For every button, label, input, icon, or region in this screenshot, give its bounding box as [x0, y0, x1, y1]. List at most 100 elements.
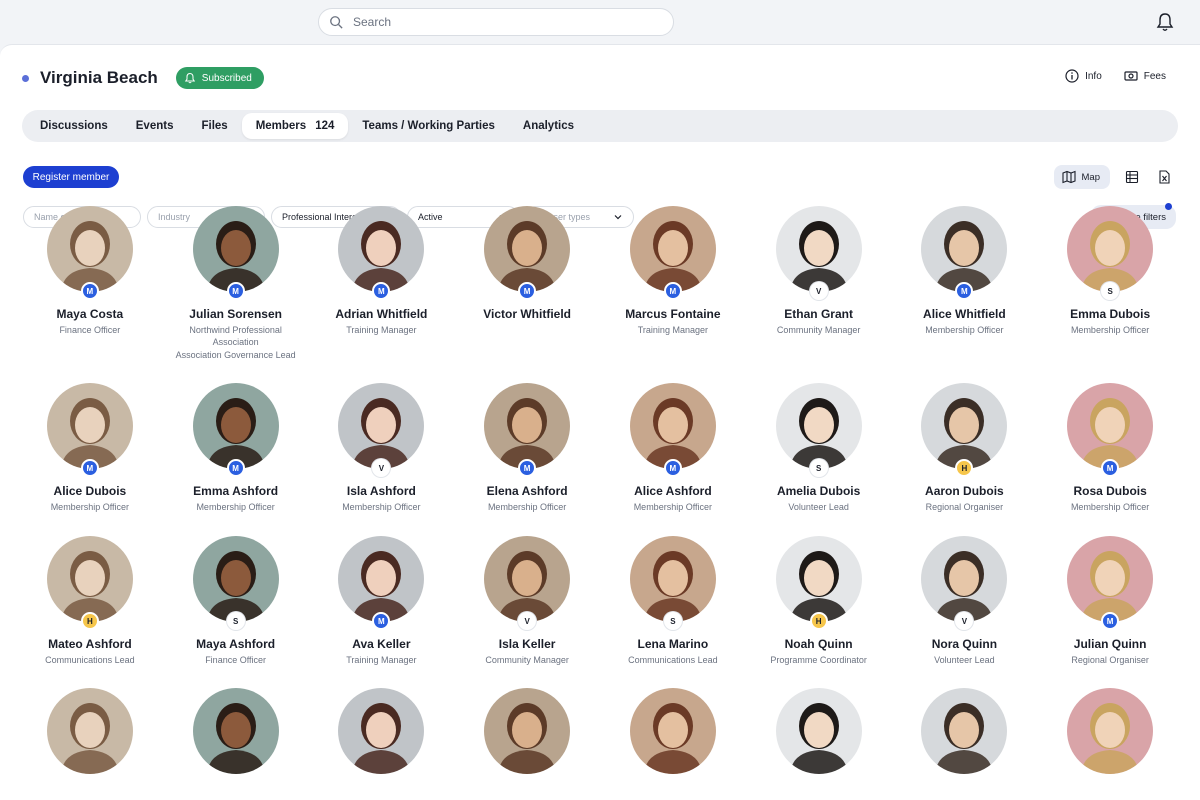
member-name[interactable]: Amelia Dubois	[777, 484, 860, 498]
avatar[interactable]	[338, 206, 425, 292]
member-card[interactable]: M Alice Ashford Membership Officer	[600, 383, 746, 536]
avatar[interactable]	[629, 383, 716, 469]
member-name[interactable]: Aaron Dubois	[925, 484, 1004, 498]
member-card[interactable]: M Emma Ashford Membership Officer	[163, 383, 309, 536]
member-name[interactable]: Maya Ashford	[196, 637, 275, 651]
avatar[interactable]	[484, 206, 571, 292]
member-card[interactable]: S Maya Ashford Finance Officer	[163, 536, 309, 688]
member-card[interactable]: M Alice Dubois Membership Officer	[17, 383, 163, 536]
member-card[interactable]: M Victor Whitfield	[454, 206, 600, 383]
avatar[interactable]	[775, 206, 862, 292]
member-card[interactable]	[163, 688, 309, 774]
avatar[interactable]	[192, 206, 279, 292]
member-name[interactable]: Emma Ashford	[193, 484, 278, 498]
avatar[interactable]	[921, 536, 1008, 622]
avatar[interactable]	[629, 536, 716, 622]
avatar[interactable]	[629, 688, 716, 774]
avatar[interactable]	[484, 383, 571, 469]
avatar[interactable]	[775, 536, 862, 622]
tab-members[interactable]: Members 124	[241, 113, 349, 139]
member-name[interactable]: Alice Dubois	[54, 484, 127, 498]
member-name[interactable]: Noah Quinn	[785, 637, 853, 651]
avatar[interactable]	[46, 206, 133, 292]
tab-events[interactable]: Events	[122, 113, 188, 139]
member-name[interactable]: Alice Ashford	[634, 484, 712, 498]
member-name[interactable]: Lena Marino	[638, 637, 709, 651]
member-card[interactable]: S Emma Dubois Membership Officer	[1037, 206, 1183, 383]
avatar[interactable]	[192, 688, 279, 774]
member-card[interactable]	[892, 688, 1038, 774]
member-name[interactable]: Alice Whitfield	[923, 307, 1006, 321]
member-card[interactable]: H Noah Quinn Programme Coordinator	[746, 536, 892, 688]
member-card[interactable]	[309, 688, 455, 774]
avatar[interactable]	[338, 383, 425, 469]
avatar[interactable]	[775, 383, 862, 469]
table-view-button[interactable]	[1122, 167, 1142, 187]
member-card[interactable]: M Marcus Fontaine Training Manager	[600, 206, 746, 383]
avatar[interactable]	[192, 383, 279, 469]
member-name[interactable]: Victor Whitfield	[483, 307, 571, 321]
member-name[interactable]: Rosa Dubois	[1073, 484, 1146, 498]
search-input[interactable]: Search	[318, 8, 674, 36]
tab-discussions[interactable]: Discussions	[26, 113, 122, 139]
member-card[interactable]	[600, 688, 746, 774]
member-name[interactable]: Ava Keller	[352, 637, 410, 651]
export-excel-button[interactable]	[1154, 167, 1174, 187]
member-card[interactable]: M Maya Costa Finance Officer	[17, 206, 163, 383]
avatar[interactable]	[192, 536, 279, 622]
member-card[interactable]: M Ava Keller Training Manager	[309, 536, 455, 688]
member-card[interactable]: M Julian Sorensen Northwind Professional A…	[163, 206, 309, 383]
member-card[interactable]: V Isla Keller Community Manager	[454, 536, 600, 688]
avatar[interactable]	[1067, 536, 1154, 622]
avatar[interactable]	[46, 536, 133, 622]
tab-analytics[interactable]: Analytics	[509, 113, 588, 139]
member-card[interactable]: M Elena Ashford Membership Officer	[454, 383, 600, 536]
member-card[interactable]: V Ethan Grant Community Manager	[746, 206, 892, 383]
avatar[interactable]	[921, 688, 1008, 774]
avatar[interactable]	[46, 688, 133, 774]
avatar[interactable]	[1067, 688, 1154, 774]
avatar[interactable]	[921, 383, 1008, 469]
avatar[interactable]	[629, 206, 716, 292]
subscribed-button[interactable]: Subscribed	[175, 67, 264, 89]
member-name[interactable]: Adrian Whitfield	[335, 307, 427, 321]
member-card[interactable]: M Adrian Whitfield Training Manager	[309, 206, 455, 383]
member-card[interactable]	[1037, 688, 1183, 774]
member-name[interactable]: Julian Quinn	[1074, 637, 1147, 651]
tab-teams[interactable]: Teams / Working Parties	[348, 113, 509, 139]
member-card[interactable]: S Amelia Dubois Volunteer Lead	[746, 383, 892, 536]
member-card[interactable]	[746, 688, 892, 774]
member-name[interactable]: Maya Costa	[57, 307, 124, 321]
member-name[interactable]: Isla Ashford	[347, 484, 416, 498]
member-card[interactable]: V Nora Quinn Volunteer Lead	[892, 536, 1038, 688]
member-name[interactable]: Isla Keller	[499, 637, 556, 651]
avatar[interactable]	[775, 688, 862, 774]
member-card[interactable]: M Alice Whitfield Membership Officer	[892, 206, 1038, 383]
fees-button[interactable]: Fees	[1124, 69, 1166, 83]
register-member-button[interactable]: Register member	[23, 166, 119, 188]
member-name[interactable]: Mateo Ashford	[48, 637, 132, 651]
info-button[interactable]: Info	[1065, 69, 1102, 83]
avatar[interactable]	[338, 536, 425, 622]
member-card[interactable]: S Lena Marino Communications Lead	[600, 536, 746, 688]
avatar[interactable]	[484, 688, 571, 774]
avatar[interactable]	[1067, 206, 1154, 292]
member-name[interactable]: Ethan Grant	[784, 307, 853, 321]
member-name[interactable]: Marcus Fontaine	[625, 307, 720, 321]
member-name[interactable]: Emma Dubois	[1070, 307, 1150, 321]
avatar[interactable]	[1067, 383, 1154, 469]
tab-files[interactable]: Files	[187, 113, 241, 139]
member-card[interactable]: M Julian Quinn Regional Organiser	[1037, 536, 1183, 688]
map-view-button[interactable]: Map	[1053, 165, 1110, 189]
member-card[interactable]: V Isla Ashford Membership Officer	[309, 383, 455, 536]
member-name[interactable]: Julian Sorensen	[189, 307, 282, 321]
avatar[interactable]	[338, 688, 425, 774]
member-card[interactable]	[454, 688, 600, 774]
member-name[interactable]: Nora Quinn	[932, 637, 997, 651]
avatar[interactable]	[921, 206, 1008, 292]
avatar[interactable]	[484, 536, 571, 622]
avatar[interactable]	[46, 383, 133, 469]
member-card[interactable]: H Mateo Ashford Communications Lead	[17, 536, 163, 688]
bell-icon[interactable]	[1156, 12, 1174, 32]
member-card[interactable]: H Aaron Dubois Regional Organiser	[892, 383, 1038, 536]
